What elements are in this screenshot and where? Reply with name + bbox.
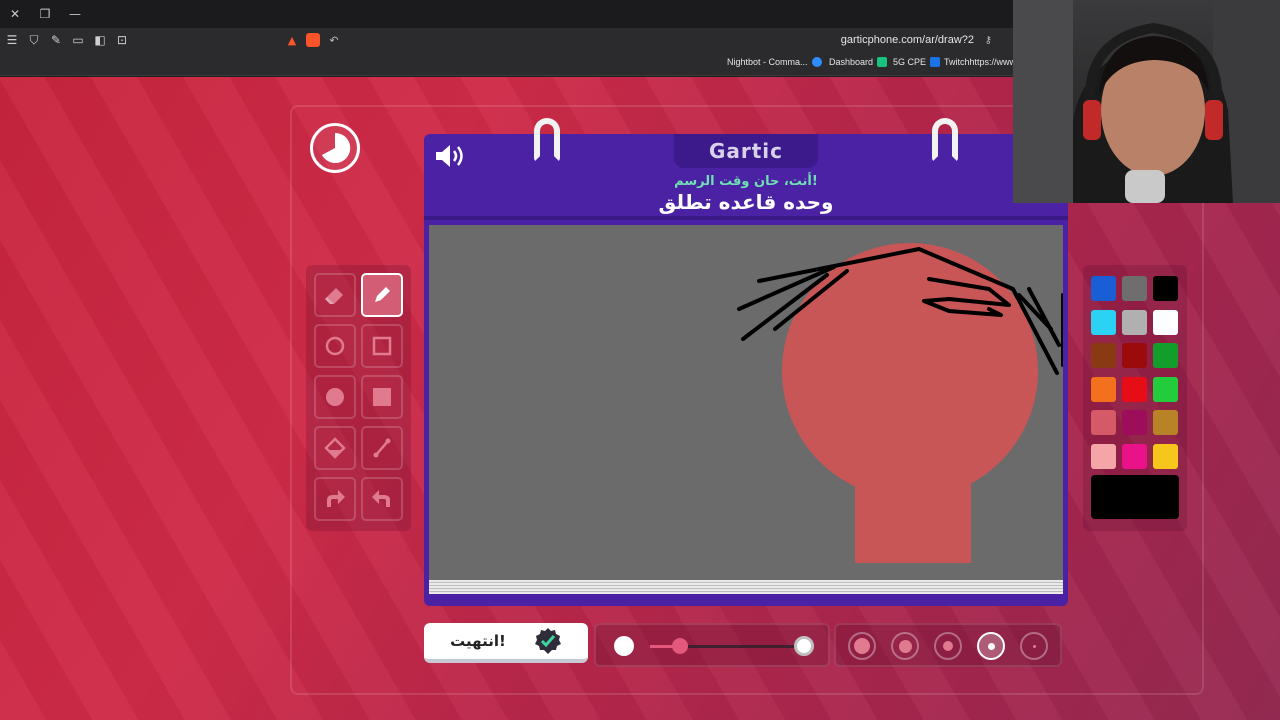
eraser-tool-button[interactable] xyxy=(314,273,356,317)
streamer-webcam-image xyxy=(1013,0,1280,203)
color-swatch[interactable] xyxy=(1153,309,1178,335)
shield-icon[interactable]: ⛉ xyxy=(24,30,44,50)
close-window-button[interactable]: ✕ xyxy=(0,0,30,28)
rectangle-outline-tool-button[interactable] xyxy=(361,324,403,368)
board-header: Gartic أنت، حان وقت الرسم! وحده قاعده تط… xyxy=(424,118,1068,220)
binder-ring-left xyxy=(534,118,560,162)
address-bar[interactable]: ▲ ↶ garticphone.com/ar/draw?2 ⚷ xyxy=(282,30,1022,50)
color-swatch[interactable] xyxy=(1153,443,1178,469)
bucket-fill-icon xyxy=(324,437,346,459)
color-swatch[interactable] xyxy=(1091,410,1116,435)
ellipse-outline-icon xyxy=(325,336,345,356)
check-badge-icon xyxy=(534,628,561,654)
color-swatch[interactable] xyxy=(1122,376,1147,402)
rectangle-outline-icon xyxy=(372,336,392,356)
color-swatch[interactable] xyxy=(1122,309,1147,335)
minimize-window-button[interactable]: — xyxy=(60,0,90,28)
line-icon xyxy=(373,438,391,458)
bookmark-dashboard[interactable]: Dashboard xyxy=(829,57,888,67)
selected-color-swatch xyxy=(1091,475,1179,519)
bookmark-label: Twitchhttps://www.t xyxy=(944,57,1021,67)
undo-button[interactable] xyxy=(314,477,356,521)
bookmark-label: Dashboard xyxy=(829,57,874,67)
color-swatch[interactable] xyxy=(1091,376,1116,402)
bookmark-label: 5G CPE xyxy=(893,57,927,67)
bookmark-label: Nightbot - Comma... xyxy=(727,57,808,67)
brush-size-5[interactable] xyxy=(848,632,876,660)
site-settings-icon[interactable]: ⚷ xyxy=(985,35,992,46)
color-swatch[interactable] xyxy=(1091,309,1116,335)
undo-icon xyxy=(327,490,345,507)
notebook-pages xyxy=(429,580,1063,594)
redo-button[interactable] xyxy=(361,477,403,521)
brave-shield-icon[interactable] xyxy=(306,33,320,47)
color-swatch[interactable] xyxy=(1122,343,1147,368)
eraser-icon xyxy=(325,288,343,304)
restore-window-button[interactable]: ❐ xyxy=(30,0,60,28)
color-swatch[interactable] xyxy=(1153,410,1178,435)
ellipse-fill-icon xyxy=(326,388,344,406)
binder-ring-right xyxy=(932,118,958,162)
bookmark-nightbot[interactable]: Nightbot - Comma... xyxy=(727,57,822,67)
brave-rewards-icon[interactable]: ▲ xyxy=(282,34,302,47)
ellipse-fill-tool-button[interactable] xyxy=(314,375,356,419)
brush-size-1[interactable] xyxy=(1020,632,1048,660)
color-swatch[interactable] xyxy=(1153,376,1178,402)
tool-panel xyxy=(306,265,411,531)
reload-icon[interactable]: ↶ xyxy=(324,34,344,47)
opacity-max-dot xyxy=(794,636,814,656)
draw-subtitle: أنت، حان وقت الرسم! xyxy=(674,174,818,189)
color-swatch[interactable] xyxy=(1153,343,1178,368)
done-label: انتهيت! xyxy=(450,632,506,650)
color-swatch[interactable] xyxy=(1091,276,1116,301)
bucket-fill-tool-button[interactable] xyxy=(314,426,356,470)
color-swatch[interactable] xyxy=(1153,276,1178,301)
rectangle-fill-tool-button[interactable] xyxy=(361,375,403,419)
screenshot-icon[interactable]: ⊡ xyxy=(112,30,132,50)
done-button[interactable]: انتهيت! xyxy=(424,623,588,663)
color-swatch[interactable] xyxy=(1122,410,1147,435)
draw-prompt: وحده قاعده تطلق xyxy=(658,190,834,214)
pencil-icon xyxy=(375,287,390,302)
rectangle-fill-icon xyxy=(373,388,391,406)
timer-icon xyxy=(310,123,360,173)
redo-icon xyxy=(372,490,390,507)
opacity-slider-thumb[interactable] xyxy=(672,638,688,654)
pencil-tool-button[interactable] xyxy=(361,273,403,317)
color-palette xyxy=(1083,265,1187,531)
dashboard-icon xyxy=(877,57,888,67)
nightbot-icon xyxy=(811,57,822,67)
brush-size-2[interactable] xyxy=(977,632,1005,660)
gartic-logo: Gartic xyxy=(674,134,818,168)
drawing-canvas[interactable] xyxy=(429,225,1065,583)
sound-icon[interactable] xyxy=(434,142,468,170)
brush-size-3[interactable] xyxy=(934,632,962,660)
drawing-strokes xyxy=(737,243,1065,563)
ellipse-outline-tool-button[interactable] xyxy=(314,324,356,368)
url-text[interactable]: garticphone.com/ar/draw?2 xyxy=(841,34,974,46)
color-swatch[interactable] xyxy=(1122,276,1147,301)
extensions-icon[interactable]: ✎ xyxy=(46,30,66,50)
router-icon xyxy=(930,57,941,67)
menu-icon[interactable]: ☰ xyxy=(2,30,22,50)
webcam-overlay xyxy=(1013,0,1280,203)
bookmark-5g-cpe[interactable]: 5G CPE xyxy=(893,57,941,67)
bookmark-twitch[interactable]: Twitchhttps://www.t xyxy=(944,57,1021,67)
brush-size-picker xyxy=(834,623,1062,667)
color-swatch[interactable] xyxy=(1091,343,1116,368)
sidebar-icon[interactable]: ◧ xyxy=(90,30,110,50)
tabs-icon[interactable]: ▭ xyxy=(68,30,88,50)
canvas-container xyxy=(424,220,1068,606)
opacity-slider-panel xyxy=(594,623,830,667)
color-swatch[interactable] xyxy=(1122,443,1147,469)
color-swatch[interactable] xyxy=(1091,443,1116,469)
opacity-preview-dot xyxy=(614,636,634,656)
line-tool-button[interactable] xyxy=(361,426,403,470)
brush-size-4[interactable] xyxy=(891,632,919,660)
